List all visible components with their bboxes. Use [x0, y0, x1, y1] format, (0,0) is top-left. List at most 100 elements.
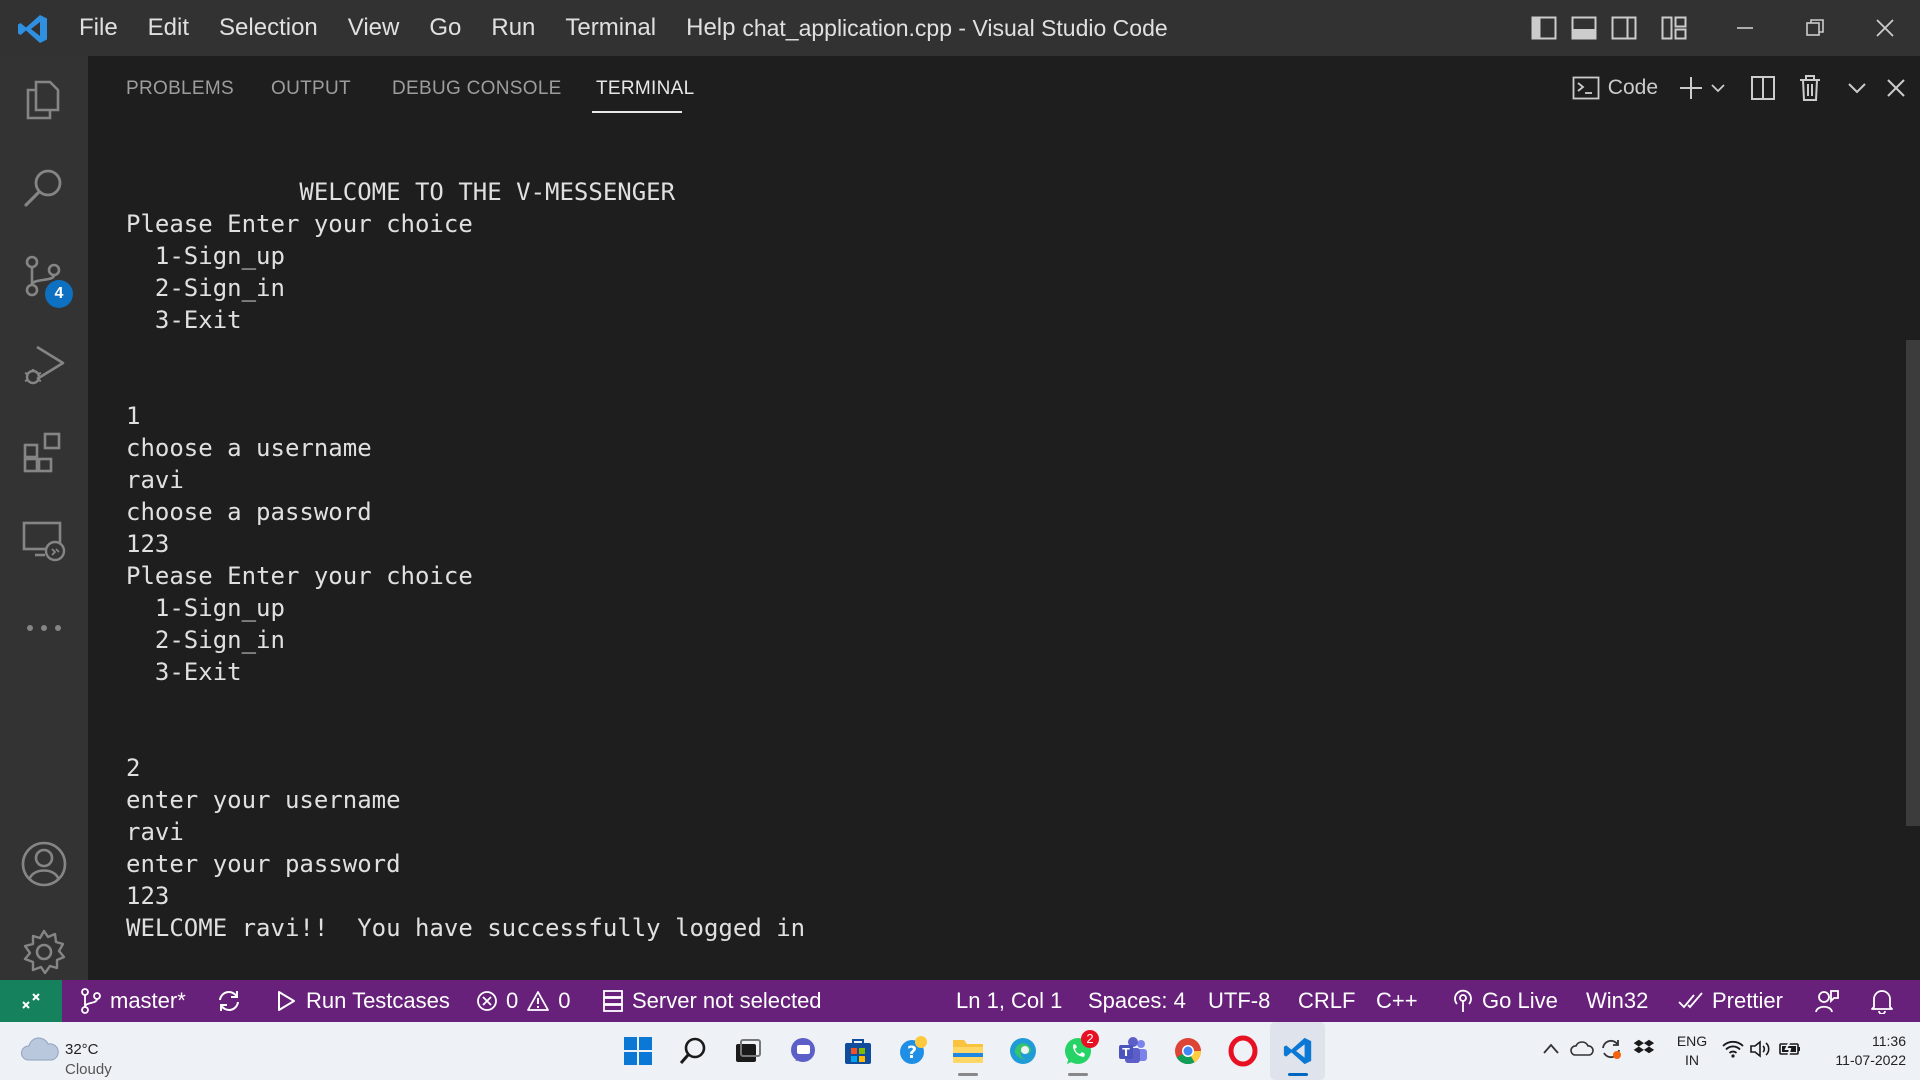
customize-layout-icon[interactable]: [1658, 12, 1690, 44]
close-panel-icon[interactable]: [1886, 66, 1906, 110]
cursor-position[interactable]: Ln 1, Col 1: [956, 980, 1062, 1022]
terminal-line: 2: [126, 754, 141, 782]
line-endings[interactable]: CRLF: [1298, 980, 1355, 1022]
terminal-line: Please Enter your choice: [126, 210, 473, 238]
prettier-button[interactable]: Prettier: [1678, 980, 1783, 1022]
tab-output[interactable]: OUTPUT: [271, 78, 351, 100]
taskbar: 32°C Cloudy ? 2 T ENG IN 11:36 11-07-202…: [0, 1022, 1920, 1080]
source-control-icon[interactable]: 4: [0, 240, 88, 312]
warning-icon: [527, 991, 550, 1011]
volume-icon[interactable]: [1750, 1040, 1772, 1058]
terminal-line: choose a username: [126, 434, 372, 462]
sync-icon[interactable]: [216, 980, 250, 1022]
battery-icon[interactable]: [1778, 1040, 1802, 1058]
menu-edit[interactable]: Edit: [133, 14, 204, 42]
terminal-line: enter your username: [126, 786, 401, 814]
more-actions-icon[interactable]: [0, 592, 88, 664]
platform[interactable]: Win32: [1586, 980, 1648, 1022]
terminal-profile-button[interactable]: Code: [1572, 66, 1658, 110]
git-branch-icon: [81, 988, 101, 1014]
menu-run[interactable]: Run: [476, 14, 550, 42]
kill-terminal-trash-icon[interactable]: [1798, 66, 1822, 110]
accounts-icon[interactable]: [0, 828, 88, 900]
menu-file[interactable]: File: [64, 14, 133, 42]
terminal-line: choose a password: [126, 498, 372, 526]
onedrive-cloud-icon[interactable]: [1570, 1040, 1594, 1058]
input-language[interactable]: ENG IN: [1672, 1032, 1712, 1070]
title-bar-controls: [1524, 0, 1920, 56]
tab-debug-console[interactable]: DEBUG CONSOLE: [392, 78, 562, 100]
terminal-icon: [1572, 76, 1600, 100]
show-hidden-icons-chevron-up-icon[interactable]: [1542, 1042, 1560, 1056]
terminal-line: WELCOME TO THE V-MESSENGER: [126, 178, 676, 206]
toggle-panel-icon[interactable]: [1568, 12, 1600, 44]
dropbox-icon[interactable]: [1632, 1038, 1656, 1060]
run-testcases-label: Run Testcases: [306, 988, 450, 1013]
launch-profile-chevron-down-icon[interactable]: [1710, 66, 1726, 110]
terminal-line: ravi: [126, 818, 184, 846]
encoding[interactable]: UTF-8: [1208, 980, 1270, 1022]
terminal-line: 1-Sign_up: [126, 594, 285, 622]
restore-icon[interactable]: [1780, 0, 1850, 56]
terminal-scrollbar[interactable]: [1906, 340, 1920, 826]
menu-selection[interactable]: Selection: [204, 14, 333, 42]
wifi-icon[interactable]: [1722, 1040, 1744, 1058]
extensions-icon[interactable]: [0, 416, 88, 488]
go-live-label: Go Live: [1482, 988, 1558, 1013]
tab-terminal[interactable]: TERMINAL: [596, 78, 694, 100]
clock[interactable]: 11:36 11-07-2022: [1816, 1032, 1906, 1070]
terminal-line: Please Enter your choice: [126, 562, 473, 590]
remote-explorer-icon[interactable]: [0, 504, 88, 576]
problems-indicator[interactable]: 0 0: [476, 980, 571, 1022]
error-icon: [477, 991, 497, 1011]
title-bar: File Edit Selection View Go Run Terminal…: [0, 0, 1920, 56]
menu-view[interactable]: View: [333, 14, 415, 42]
warning-count: 0: [558, 988, 571, 1013]
tab-problems[interactable]: PROBLEMS: [126, 78, 234, 100]
menu-help[interactable]: Help: [671, 14, 750, 42]
terminal-output[interactable]: WELCOME TO THE V-MESSENGER Please Enter …: [126, 176, 1866, 944]
manage-gear-icon[interactable]: [0, 916, 88, 988]
server-status: Server not selected: [632, 988, 822, 1013]
vscode-logo-icon: [16, 12, 50, 46]
terminal-line: 1-Sign_up: [126, 242, 285, 270]
language-code: ENG: [1676, 1033, 1708, 1049]
error-count: 0: [506, 988, 519, 1013]
language-mode[interactable]: C++: [1376, 980, 1418, 1022]
toggle-primary-sidebar-icon[interactable]: [1528, 12, 1560, 44]
terminal-line: 3-Exit: [126, 658, 242, 686]
terminal-line: ravi: [126, 466, 184, 494]
prettier-label: Prettier: [1712, 988, 1783, 1013]
sync-tray-icon[interactable]: [1600, 1038, 1622, 1060]
run-debug-icon[interactable]: [0, 328, 88, 400]
run-testcases-button[interactable]: Run Testcases: [274, 980, 450, 1022]
panel-actions: Code: [1558, 66, 1906, 110]
minimize-icon[interactable]: [1710, 0, 1780, 56]
terminal-line: WELCOME ravi!! You have successfully log…: [126, 914, 806, 942]
explorer-icon[interactable]: [0, 64, 88, 136]
source-control-badge: 4: [45, 280, 73, 308]
menu-terminal[interactable]: Terminal: [550, 14, 671, 42]
play-icon: [278, 991, 295, 1011]
split-terminal-icon[interactable]: [1750, 66, 1776, 110]
toggle-secondary-sidebar-icon[interactable]: [1608, 12, 1640, 44]
search-icon[interactable]: [0, 152, 88, 224]
indentation[interactable]: Spaces: 4: [1088, 980, 1186, 1022]
window-title-text: chat_application.cpp - Visual Studio Cod…: [742, 15, 1168, 41]
branch-indicator[interactable]: master*: [80, 980, 186, 1022]
status-bar: master* Run Testcases 0 0 Server not sel…: [0, 980, 1920, 1022]
server-indicator[interactable]: Server not selected: [602, 980, 822, 1022]
feedback-icon[interactable]: [1814, 980, 1848, 1022]
go-live-button[interactable]: Go Live: [1452, 980, 1558, 1022]
menu-go[interactable]: Go: [414, 14, 476, 42]
double-check-icon: [1678, 992, 1703, 1009]
new-terminal-plus-icon[interactable]: [1678, 66, 1704, 110]
remote-indicator-icon[interactable]: [0, 980, 62, 1022]
close-icon[interactable]: [1850, 0, 1920, 56]
branch-name: master*: [110, 988, 186, 1013]
notifications-bell-icon[interactable]: [1870, 980, 1902, 1022]
maximize-panel-chevron-icon[interactable]: [1846, 66, 1868, 110]
terminal-line: 2-Sign_in: [126, 626, 285, 654]
